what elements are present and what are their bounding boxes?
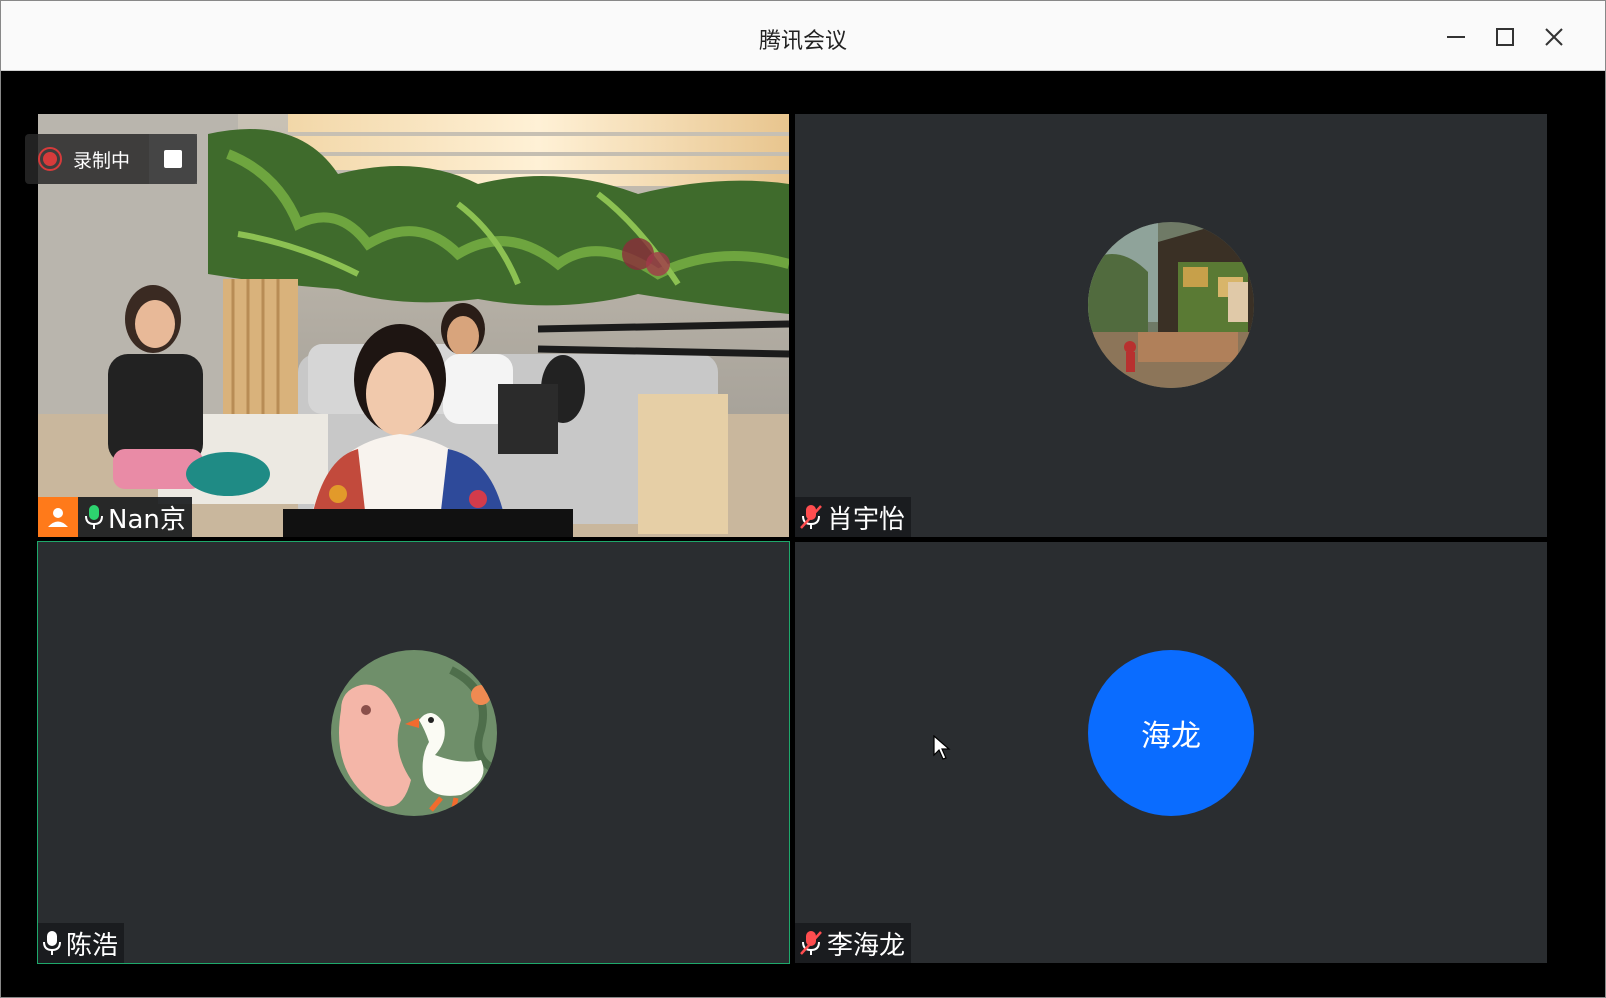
- recording-status: 录制中: [25, 134, 149, 184]
- video-tile-participant-2[interactable]: 肖宇怡: [795, 114, 1547, 537]
- video-tile-participant-3[interactable]: 陈浩: [37, 541, 790, 964]
- maximize-icon: [1496, 28, 1514, 46]
- mic-on-icon: [42, 930, 62, 956]
- participant-name: Nan京: [108, 504, 186, 535]
- participant-name-tag: 李海龙: [795, 923, 912, 963]
- avatar-street-photo: [1088, 222, 1254, 388]
- mic-on-icon: [84, 504, 104, 530]
- meeting-window: 腾讯会议 Nan京 肖宇怡 陈浩 海龙 李海龙 录制中: [0, 0, 1606, 998]
- avatar-goose-illustration: [331, 650, 497, 816]
- stop-square-icon: [164, 150, 182, 168]
- participant-name-tag: Nan京: [38, 497, 192, 537]
- participant-name-tag: 肖宇怡: [795, 497, 912, 537]
- title-bar[interactable]: 腾讯会议: [1, 1, 1605, 71]
- record-dot-icon: [38, 147, 62, 171]
- stop-recording-button[interactable]: [149, 134, 197, 184]
- participant-avatar-initials: 海龙: [1088, 650, 1254, 816]
- close-icon: [1545, 28, 1563, 46]
- host-badge: [38, 497, 78, 537]
- mic-muted-icon: [799, 504, 823, 530]
- participant-name: 陈浩: [66, 930, 119, 961]
- recording-indicator[interactable]: 录制中: [25, 134, 197, 184]
- host-person-icon: [48, 508, 68, 527]
- mouse-cursor-icon: [933, 735, 951, 760]
- video-grid: Nan京 肖宇怡 陈浩 海龙 李海龙: [5, 71, 1603, 997]
- window-title: 腾讯会议: [758, 29, 847, 54]
- maximize-button[interactable]: [1487, 19, 1523, 55]
- participant-name-tag: 陈浩: [38, 923, 125, 963]
- mic-muted-icon: [799, 930, 823, 956]
- close-button[interactable]: [1536, 19, 1572, 55]
- recording-label: 录制中: [73, 149, 131, 172]
- participant-avatar: [331, 650, 497, 816]
- participant-name: 肖宇怡: [827, 504, 906, 535]
- minimize-icon: [1447, 36, 1465, 38]
- minimize-button[interactable]: [1438, 19, 1474, 55]
- video-tile-participant-4[interactable]: 海龙 李海龙: [795, 542, 1547, 963]
- participant-name: 李海龙: [827, 930, 906, 961]
- participant-avatar: [1088, 222, 1254, 388]
